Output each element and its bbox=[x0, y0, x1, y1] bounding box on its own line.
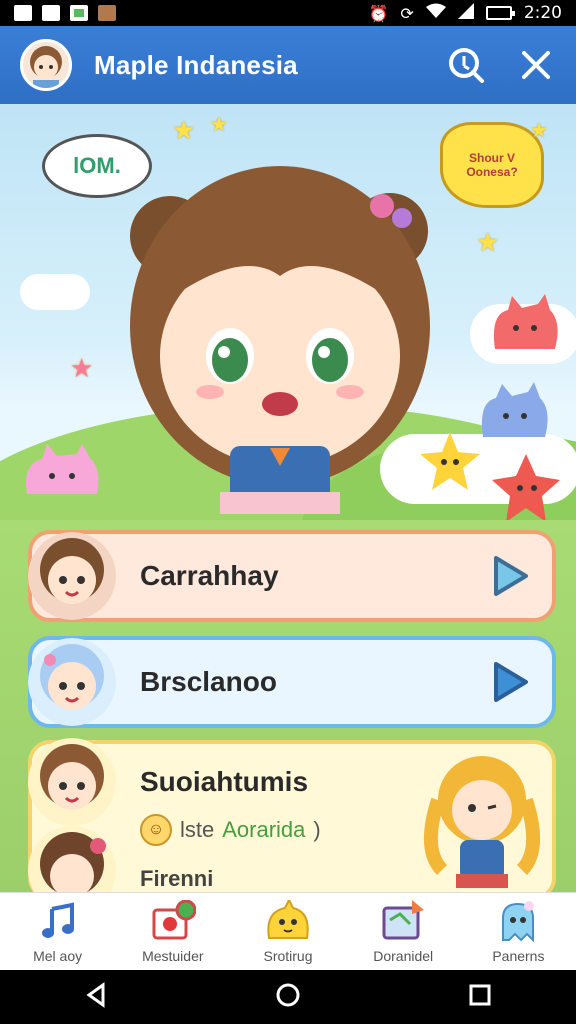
nav-item-music[interactable]: Mel aoy bbox=[0, 893, 115, 970]
play-button[interactable] bbox=[492, 660, 530, 704]
check-app-icon bbox=[70, 5, 88, 21]
star-icon: ★ bbox=[476, 228, 500, 258]
app-header: Maple Indanesia bbox=[0, 26, 576, 104]
recents-button[interactable] bbox=[467, 982, 493, 1012]
home-button[interactable] bbox=[275, 982, 301, 1012]
speech-bubble-right: Shour V Oonesa? bbox=[440, 122, 544, 208]
play-button[interactable] bbox=[492, 554, 530, 598]
star-icon: ★ bbox=[70, 354, 94, 384]
sync-icon: ⟳ bbox=[400, 3, 414, 23]
system-nav-bar bbox=[0, 970, 576, 1024]
wifi-icon bbox=[425, 3, 446, 23]
cloud bbox=[20, 274, 90, 310]
nav-item-slime[interactable]: Srotirug bbox=[230, 893, 345, 970]
profile-avatar[interactable] bbox=[20, 39, 72, 91]
list-item-peek-label: Firenni bbox=[140, 866, 214, 891]
ghost-icon bbox=[495, 900, 541, 942]
list-item[interactable]: Suoiahtumis ☺ lste Aorarida ) Firenni bbox=[28, 738, 556, 914]
nav-label: Mel aoy bbox=[33, 947, 83, 964]
back-button[interactable] bbox=[83, 982, 109, 1012]
list-item-label: Brsclanoo bbox=[140, 666, 277, 697]
nav-item-camera[interactable]: Mestuider bbox=[115, 893, 230, 970]
chibi-character bbox=[130, 166, 430, 514]
signal-icon bbox=[457, 3, 474, 23]
image-icon bbox=[14, 5, 32, 21]
nav-label: Srotirug bbox=[263, 947, 313, 964]
map-icon bbox=[380, 899, 426, 942]
blonde-chibi-character bbox=[423, 756, 541, 888]
close-button[interactable] bbox=[516, 45, 556, 85]
status-right: ⏰ ⟳ 2:20 bbox=[368, 3, 562, 23]
play-icon bbox=[494, 662, 528, 702]
card-subtitle: ☺ lste Aorarida ) bbox=[140, 814, 321, 846]
red-blob-icon bbox=[493, 294, 558, 349]
star-icon: ★ bbox=[210, 112, 228, 136]
list-item-label: Suoiahtumis bbox=[140, 766, 309, 797]
nav-label: Panerns bbox=[492, 947, 545, 964]
smile-icon: ☺ bbox=[140, 814, 172, 846]
nav-item-map[interactable]: Doranidel bbox=[346, 893, 461, 970]
list-item[interactable]: Brsclanoo bbox=[28, 636, 556, 728]
battery-icon bbox=[485, 6, 515, 20]
pink-blob-icon bbox=[26, 444, 99, 494]
list-item-label: Carrahhay bbox=[140, 560, 279, 591]
slime-icon bbox=[265, 899, 311, 942]
gallery-icon bbox=[42, 5, 60, 21]
avatar bbox=[28, 532, 116, 620]
game-app-icon bbox=[98, 5, 116, 21]
nav-label: Mestuider bbox=[142, 947, 204, 964]
header-actions bbox=[446, 45, 556, 85]
star-icon: ★ bbox=[530, 118, 548, 142]
avatar bbox=[28, 738, 116, 826]
home-icon bbox=[276, 983, 300, 1007]
search-button[interactable] bbox=[446, 45, 486, 85]
subtitle-accent: Aorarida bbox=[222, 817, 306, 842]
blue-blob-icon bbox=[481, 382, 548, 437]
yellow-star-blob-icon bbox=[420, 432, 480, 490]
music-note-icon bbox=[35, 900, 81, 942]
subtitle-suffix: ) bbox=[313, 817, 321, 842]
camera-icon bbox=[150, 899, 196, 942]
app-title: Maple Indanesia bbox=[94, 49, 298, 80]
star-icon: ★ bbox=[172, 116, 196, 146]
play-icon bbox=[494, 556, 528, 596]
hero-illustration: lOM. Shour V Oonesa? ★ ★ ★ ★ ★ bbox=[0, 104, 576, 534]
search-icon bbox=[449, 48, 484, 83]
status-bar: ⏰ ⟳ 2:20 bbox=[0, 0, 576, 26]
status-time: 2:20 bbox=[523, 3, 562, 23]
back-icon bbox=[86, 982, 105, 1008]
close-icon bbox=[522, 51, 550, 79]
nav-item-ghost[interactable]: Panerns bbox=[461, 893, 576, 970]
recents-icon bbox=[469, 984, 491, 1006]
avatar bbox=[28, 638, 116, 726]
red-star-blob-icon bbox=[492, 454, 560, 522]
nav-label: Doranidel bbox=[373, 947, 434, 964]
alarm-icon: ⏰ bbox=[368, 3, 389, 23]
list-item[interactable]: Carrahhay bbox=[28, 530, 556, 622]
bottom-nav: Mel aoy Mestuider Srotirug Doranidel Pan… bbox=[0, 892, 576, 970]
status-left bbox=[14, 5, 116, 21]
subtitle-prefix: lste bbox=[180, 817, 215, 842]
